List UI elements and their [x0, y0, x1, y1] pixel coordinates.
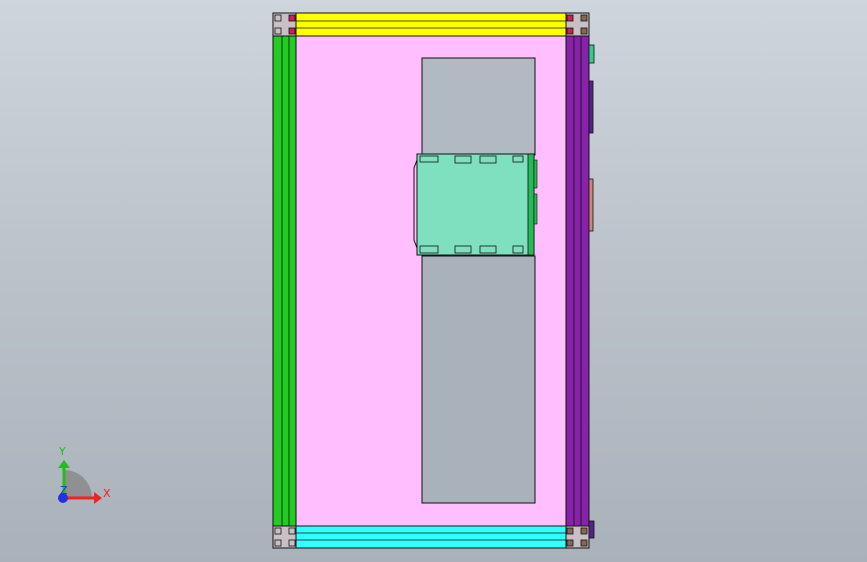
y-axis-label: Y — [58, 445, 66, 458]
x-axis-label: X — [103, 487, 111, 500]
coordinate-triad: X Y Z — [58, 445, 111, 504]
triad-rotation-arc — [64, 470, 92, 498]
z-axis-label: Z — [60, 484, 68, 497]
